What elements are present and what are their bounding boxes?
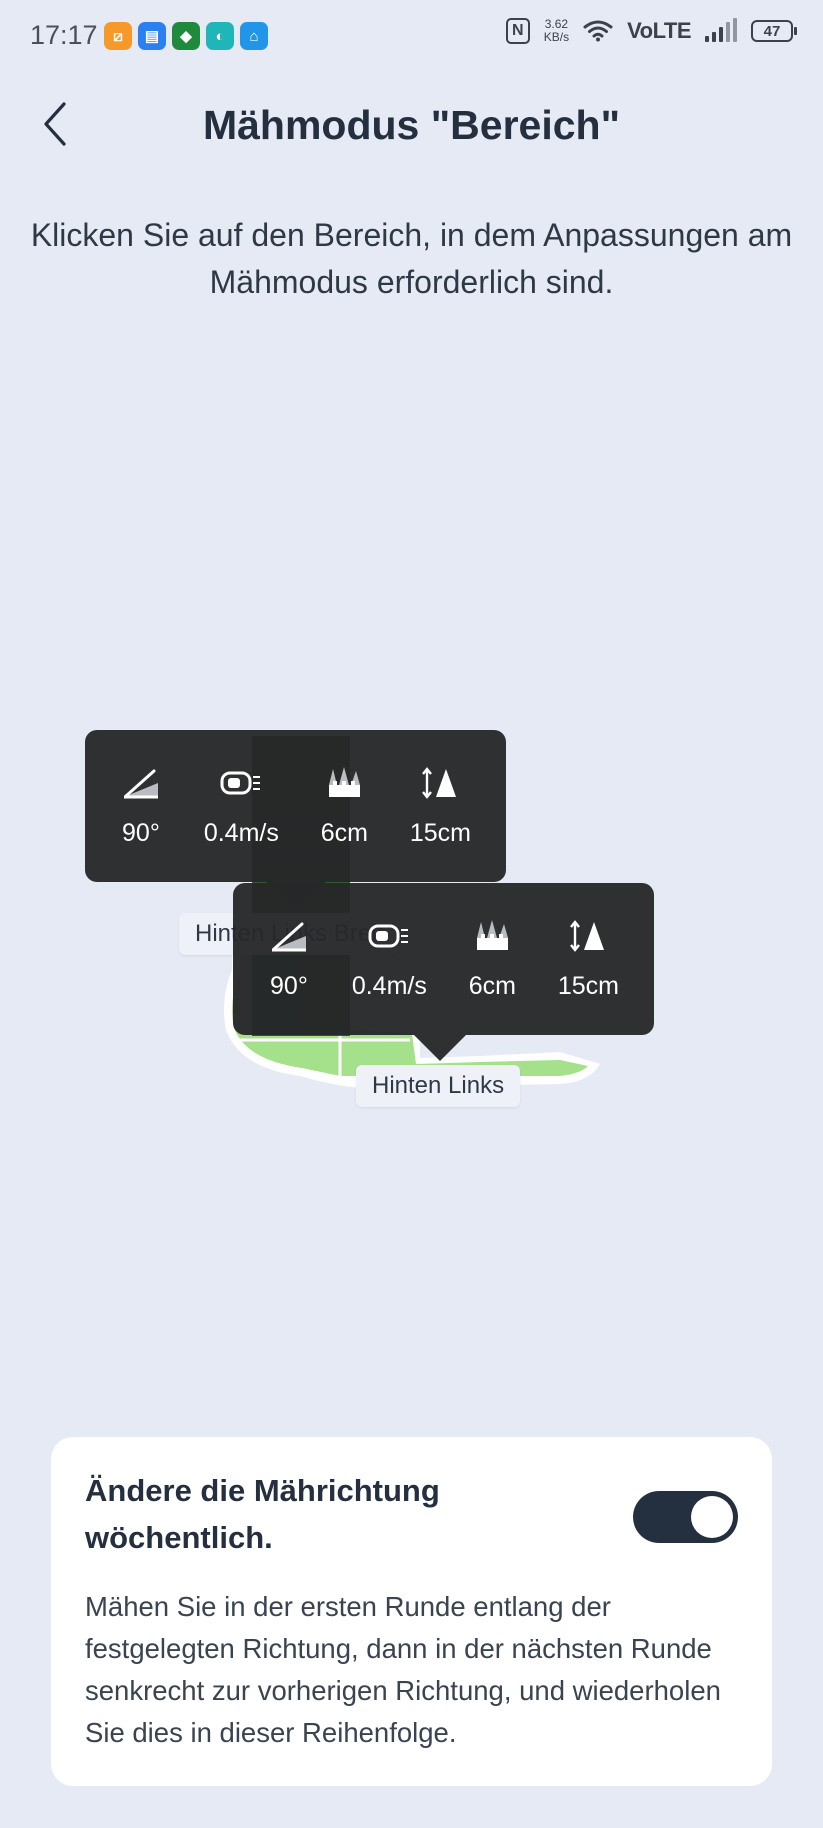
grass-height-icon — [477, 919, 509, 950]
status-time: 17:17 — [30, 20, 98, 50]
toggle-knob — [691, 1496, 733, 1538]
status-indicators: N 3.62 KB/s VoLTE 47 — [505, 18, 797, 44]
tooltip-pointer — [414, 1035, 466, 1061]
setting-cut-height: 6cm — [321, 765, 368, 848]
setting-obstacle-height-value: 15cm — [409, 818, 472, 847]
header: Mähmodus "Bereich" — [0, 80, 823, 170]
blue-home-app-icon: ⌂ — [240, 22, 268, 50]
setting-speed: 0.4m/s — [352, 918, 427, 1001]
status-bar: 17:17 ⧄ ▤ ◆ ◐ ⌂ N 3.62 KB/s VoLTE 47 — [0, 0, 823, 72]
page-title: Mähmodus "Bereich" — [202, 102, 621, 148]
setting-angle-value: 90° — [122, 818, 160, 847]
mowing-angle-icon — [271, 922, 306, 951]
setting-cut-height-value: 6cm — [468, 971, 516, 1000]
setting-cut-height: 6cm — [469, 918, 516, 1001]
wifi-icon — [583, 20, 613, 42]
setting-speed-value: 0.4m/s — [351, 971, 427, 1000]
obstacle-height-icon — [570, 919, 605, 952]
green-shield-app-icon: ◆ — [172, 22, 200, 50]
setting-obstacle-height: 15cm — [410, 765, 471, 848]
grass-height-icon — [329, 766, 361, 797]
battery-level: 47 — [763, 22, 781, 40]
setting-cut-height-value: 6cm — [320, 818, 368, 847]
instruction-text: Klicken Sie auf den Bereich, in dem Anpa… — [30, 217, 793, 300]
setting-obstacle-height: 15cm — [558, 918, 619, 1001]
setting-angle: 90° — [120, 765, 162, 848]
network-speed: 3.62 KB/s — [544, 18, 569, 44]
zone-label-hinten-links[interactable]: Hinten Links — [356, 1065, 521, 1107]
map-area[interactable]: Hinten Links Breit 90° — [0, 700, 823, 1140]
mowing-angle-icon — [123, 769, 158, 798]
network-speed-unit: KB/s — [543, 30, 570, 44]
nfc-icon: N — [505, 18, 530, 44]
weekly-direction-toggle[interactable] — [633, 1491, 738, 1543]
setting-speed: 0.4m/s — [204, 765, 279, 848]
teal-app-icon: ◐ — [206, 22, 234, 50]
mower-speed-icon — [220, 771, 261, 794]
obstacle-height-icon — [422, 766, 457, 799]
zone-settings-tooltip-hinten-links-breit: 90° 0.4m/s 6cm 15cm — [85, 730, 506, 882]
setting-angle: 90° — [268, 918, 310, 1001]
setting-speed-value: 0.4m/s — [203, 818, 279, 847]
signal-strength-icon — [705, 18, 737, 42]
card-title: Ändere die Mährichtung wöchentlich. — [85, 1473, 440, 1555]
battery-icon: 47 — [751, 20, 797, 42]
notification-app-icons: ⧄ ▤ ◆ ◐ ⌂ — [104, 22, 268, 50]
card-description: Mähen Sie in der ersten Runde entlang de… — [85, 1591, 721, 1748]
setting-angle-value: 90° — [270, 971, 308, 1000]
blue-app-icon: ▤ — [138, 22, 166, 50]
mower-speed-icon — [368, 924, 409, 947]
weekly-direction-card: Ändere die Mährichtung wöchentlich. Mähe… — [51, 1437, 772, 1786]
network-type: VoLTE — [627, 18, 691, 43]
setting-obstacle-height-value: 15cm — [557, 971, 620, 1000]
zone-settings-tooltip-hinten-links: 90° 0.4m/s 6cm 15cm — [233, 883, 654, 1035]
orange-app-icon: ⧄ — [104, 22, 132, 50]
